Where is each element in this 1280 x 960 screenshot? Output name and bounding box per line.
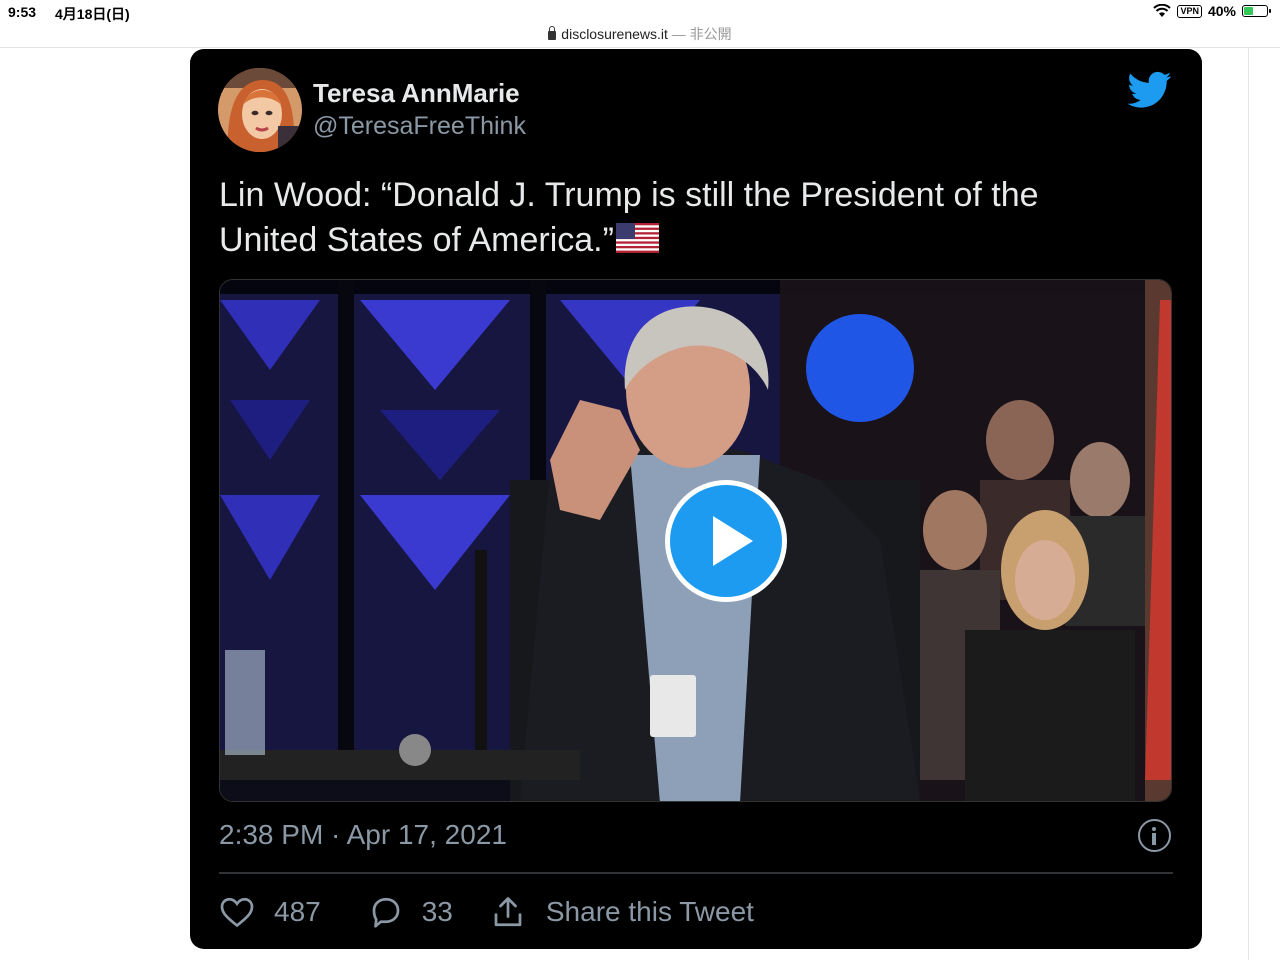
avatar[interactable] [218, 68, 302, 152]
lock-icon [548, 26, 557, 40]
author-handle[interactable]: @TeresaFreeThink [313, 112, 526, 141]
privacy-label: — 非公開 [671, 26, 732, 42]
page-domain: disclosurenews.it [561, 26, 668, 42]
reply-count: 33 [421, 896, 453, 927]
address-bar[interactable]: disclosurenews.it — 非公開 [0, 24, 1280, 48]
wifi-icon [1153, 4, 1172, 17]
share-button[interactable]: Share this Tweet [490, 894, 754, 930]
video-player[interactable] [219, 279, 1172, 802]
status-date: 4月18日(日) [55, 6, 130, 22]
info-icon[interactable] [1138, 819, 1171, 852]
status-time: 9:53 [8, 4, 37, 20]
status-indicators: VPN 40% [1153, 3, 1271, 19]
tweet-actions: 487 33 Share this Tweet [219, 892, 754, 932]
battery-percent: 40% [1207, 3, 1236, 19]
twitter-bird-icon[interactable] [1128, 71, 1172, 109]
divider [219, 872, 1173, 874]
like-button[interactable]: 487 [219, 894, 321, 930]
tweet-timestamp[interactable]: 2:38 PM · Apr 17, 2021 [219, 819, 507, 851]
author-name[interactable]: Teresa AnnMarie [313, 78, 520, 109]
share-icon [494, 897, 522, 927]
battery-icon [1242, 5, 1271, 17]
tweet-card: Teresa AnnMarie @TeresaFreeThink Lin Woo… [190, 49, 1202, 949]
play-button[interactable] [665, 480, 787, 602]
like-count: 487 [274, 896, 321, 927]
reply-button[interactable]: 33 [368, 894, 453, 930]
share-label: Share this Tweet [545, 896, 754, 927]
us-flag-emoji [615, 223, 659, 253]
heart-icon [220, 897, 254, 928]
status-bar: 9:53 4月18日(日) VPN 40% [0, 0, 1280, 24]
play-icon [713, 516, 753, 566]
tweet-text: Lin Wood: “Donald J. Trump is still the … [219, 173, 1119, 263]
reply-icon [372, 897, 400, 928]
page-edge [1248, 48, 1249, 960]
vpn-badge: VPN [1177, 4, 1202, 18]
